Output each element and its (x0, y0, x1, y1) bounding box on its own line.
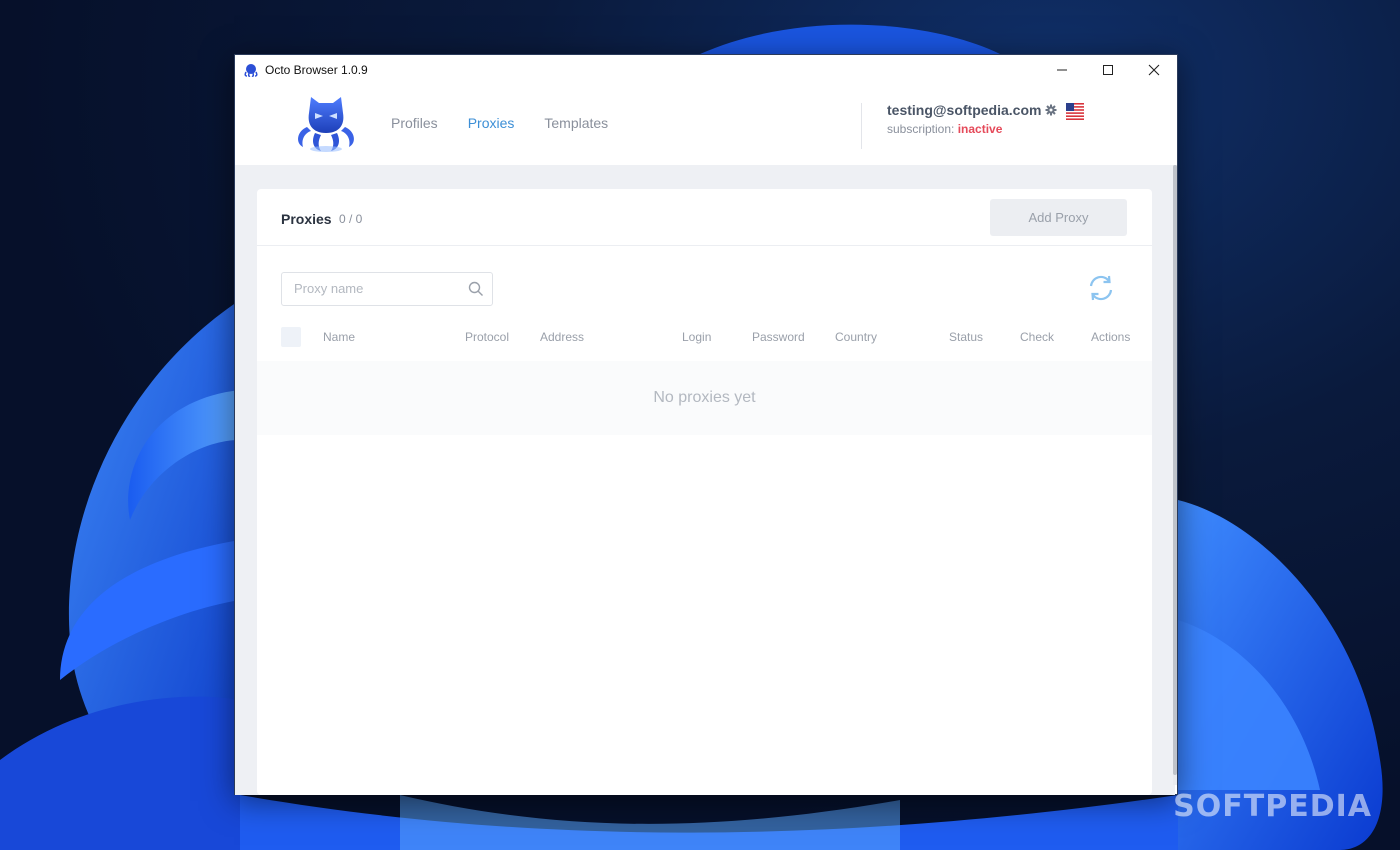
column-check[interactable]: Check (1020, 330, 1054, 344)
octo-logo-icon (298, 97, 354, 152)
column-status[interactable]: Status (949, 330, 983, 344)
close-icon (1148, 64, 1160, 76)
close-button[interactable] (1131, 55, 1177, 85)
panel-header: Proxies 0 / 0 Add Proxy (257, 189, 1152, 246)
search-icon[interactable] (468, 281, 484, 297)
softpedia-watermark: SOFTPEDIA (1173, 789, 1372, 824)
proxy-count: 0 / 0 (339, 212, 363, 226)
app-window: Octo Browser 1.0.9 Profiles Proxies Temp… (234, 54, 1178, 795)
minimize-icon (1057, 69, 1067, 71)
window-title: Octo Browser 1.0.9 (265, 63, 368, 77)
title-bar[interactable]: Octo Browser 1.0.9 (235, 55, 1177, 85)
nav-proxies[interactable]: Proxies (468, 115, 515, 131)
nav-profiles[interactable]: Profiles (391, 115, 438, 131)
column-password[interactable]: Password (752, 330, 805, 344)
maximize-button[interactable] (1085, 55, 1131, 85)
app-header: Profiles Proxies Templates testing@softp… (235, 85, 1177, 165)
content-area: Proxies 0 / 0 Add Proxy Name (235, 165, 1175, 795)
column-login[interactable]: Login (682, 330, 711, 344)
scrollbar-thumb[interactable] (1173, 165, 1177, 775)
column-country[interactable]: Country (835, 330, 877, 344)
octo-app-icon (244, 64, 258, 77)
nav-templates[interactable]: Templates (544, 115, 608, 131)
select-all-checkbox[interactable] (281, 327, 301, 347)
column-address[interactable]: Address (540, 330, 584, 344)
proxies-panel: Proxies 0 / 0 Add Proxy Name (257, 189, 1152, 795)
column-actions[interactable]: Actions (1091, 330, 1130, 344)
empty-state: No proxies yet (257, 361, 1152, 435)
account-info: testing@softpedia.com subscription: inac… (887, 102, 1057, 136)
empty-message: No proxies yet (653, 389, 756, 406)
minimize-button[interactable] (1039, 55, 1085, 85)
subscription-status: inactive (957, 122, 1003, 136)
maximize-icon (1103, 65, 1113, 75)
add-proxy-button[interactable]: Add Proxy (990, 199, 1127, 236)
us-flag-icon[interactable] (1066, 103, 1084, 120)
vertical-scrollbar[interactable] (1173, 165, 1177, 785)
proxy-search-input[interactable] (294, 281, 464, 296)
account-email[interactable]: testing@softpedia.com (887, 102, 1041, 118)
header-divider (861, 103, 862, 149)
table-header: Name Protocol Address Login Password Cou… (257, 325, 1152, 357)
proxy-search[interactable] (281, 272, 493, 306)
column-protocol[interactable]: Protocol (465, 330, 509, 344)
panel-title: Proxies (281, 211, 332, 227)
column-name[interactable]: Name (323, 330, 355, 344)
refresh-icon[interactable] (1086, 273, 1116, 303)
subscription-label: subscription: (887, 122, 955, 136)
main-nav: Profiles Proxies Templates (391, 115, 608, 131)
gear-icon[interactable] (1045, 104, 1057, 116)
